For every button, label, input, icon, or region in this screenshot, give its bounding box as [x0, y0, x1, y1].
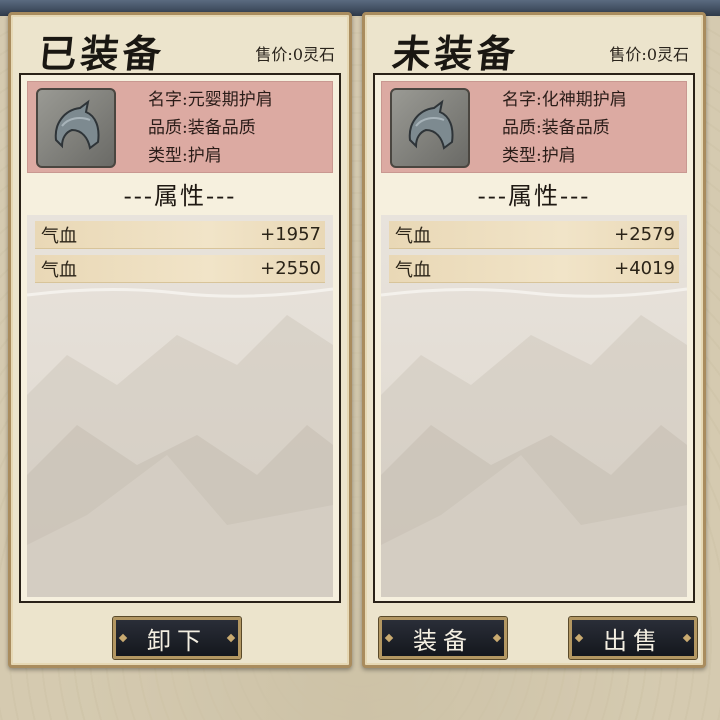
unequipped-panel: 未装备 售价:0灵石 名字: 化神期护肩 品质: 装备品质 类型: 护肩 ---属性-… — [362, 12, 706, 668]
attribute-name: 气血 — [395, 259, 431, 281]
attribute-name: 气血 — [395, 225, 431, 247]
item-card: 名字: 元婴期护肩 品质: 装备品质 类型: 护肩 — [27, 81, 333, 173]
sell-button[interactable]: 出售 — [568, 616, 698, 660]
panel-title: 未装备 — [390, 31, 522, 76]
item-quality: 装备品质 — [187, 118, 256, 138]
attribute-value: +2579 — [614, 224, 675, 245]
item-name: 元婴期护肩 — [187, 90, 273, 110]
attribute-row: 气血 +2550 — [35, 255, 325, 283]
panel-title: 已装备 — [36, 31, 168, 76]
shoulder-armor-icon — [36, 88, 116, 168]
attribute-name: 气血 — [41, 225, 77, 247]
item-quality: 装备品质 — [541, 118, 610, 138]
type-label: 类型: — [502, 146, 542, 166]
attribute-value: +4019 — [614, 258, 675, 279]
mountain-backdrop — [27, 287, 333, 597]
attribute-row: 气血 +2579 — [389, 221, 679, 249]
item-info: 名字: 化神期护肩 品质: 装备品质 类型: 护肩 — [502, 86, 627, 170]
item-card: 名字: 化神期护肩 品质: 装备品质 类型: 护肩 — [381, 81, 687, 173]
sell-price: 售价:0灵石 — [255, 45, 335, 64]
name-label: 名字: — [502, 90, 542, 110]
attribute-name: 气血 — [41, 259, 77, 281]
item-detail-frame: 名字: 元婴期护肩 品质: 装备品质 类型: 护肩 ---属性--- 气血 +1957… — [19, 73, 341, 603]
item-detail-frame: 名字: 化神期护肩 品质: 装备品质 类型: 护肩 ---属性--- 气血 +2579… — [373, 73, 695, 603]
attribute-list: 气血 +2579 气血 +4019 — [381, 215, 687, 597]
quality-label: 品质: — [502, 118, 542, 138]
attribute-list: 气血 +1957 气血 +2550 — [27, 215, 333, 597]
item-type: 护肩 — [541, 146, 576, 166]
attribute-row: 气血 +1957 — [35, 221, 325, 249]
attribute-row: 气血 +4019 — [389, 255, 679, 283]
item-type: 护肩 — [187, 146, 222, 166]
attribute-value: +1957 — [260, 224, 321, 245]
sell-price: 售价:0灵石 — [609, 45, 689, 64]
attribute-header: ---属性--- — [123, 182, 237, 210]
unequip-button[interactable]: 卸下 — [112, 616, 242, 660]
shoulder-armor-icon — [390, 88, 470, 168]
type-label: 类型: — [148, 146, 188, 166]
equipped-panel: 已装备 售价:0灵石 名字: 元婴期护肩 品质: 装备品质 类型: 护肩 ---属性-… — [8, 12, 352, 668]
attribute-header: ---属性--- — [477, 182, 591, 210]
equip-button[interactable]: 装备 — [378, 616, 508, 660]
name-label: 名字: — [148, 90, 188, 110]
item-info: 名字: 元婴期护肩 品质: 装备品质 类型: 护肩 — [148, 86, 273, 170]
attribute-value: +2550 — [260, 258, 321, 279]
mountain-backdrop — [381, 287, 687, 597]
quality-label: 品质: — [148, 118, 188, 138]
item-name: 化神期护肩 — [541, 90, 627, 110]
